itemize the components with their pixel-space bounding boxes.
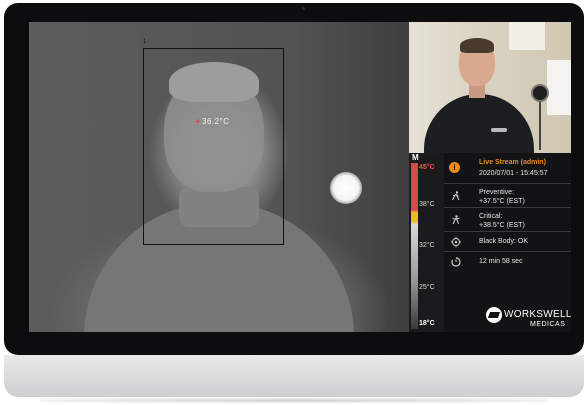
black-body-device — [531, 84, 549, 102]
thermal-camera-view[interactable]: 1 + 36.2°C — [29, 22, 409, 332]
stream-datetime: 2020/07/01 - 15:45:57 — [479, 170, 548, 177]
tripod-pole — [539, 100, 541, 150]
critical-label: Critical: — [479, 213, 503, 220]
critical-value: +38.5°C (EST) — [479, 222, 525, 229]
monitor-shadow — [40, 398, 548, 403]
scale-label-min: 18°C — [419, 320, 435, 327]
background-window — [509, 22, 545, 50]
person-walking-icon — [451, 191, 461, 201]
target-icon — [451, 237, 461, 247]
detection-box-id: 1 — [143, 39, 147, 45]
face-detection-box[interactable] — [143, 48, 284, 245]
critical-threshold: Critical: +38.5°C (EST) — [479, 212, 525, 230]
brand-subname: MEDICAS — [530, 321, 566, 328]
brand-name: WORKSWELL — [504, 309, 571, 320]
status-panel: i Live Stream (admin) 2020/07/01 - 15:45… — [444, 153, 571, 332]
elapsed-time: 12 min 58 sec — [479, 258, 523, 265]
scale-label-25: 25°C — [419, 284, 435, 291]
temperature-reading: 36.2°C — [202, 117, 230, 126]
temperature-scale: M 45°C 38°C 32°C 25°C 18°C — [409, 153, 444, 332]
stream-title: Live Stream (admin) — [479, 159, 546, 166]
rgb-camera-view[interactable] — [409, 22, 571, 153]
crosshair-icon: + — [195, 117, 201, 128]
shirt-logo — [491, 128, 507, 132]
timer-icon — [451, 257, 461, 267]
background-window-2 — [547, 60, 571, 115]
person-hair — [460, 38, 494, 53]
screen: 1 + 36.2°C M 45°C 38°C 32°C 25°C 18°C i … — [29, 22, 571, 332]
preventive-threshold: Preventive: +37.5°C (EST) — [479, 188, 525, 206]
workswell-logo-icon — [486, 307, 502, 323]
divider — [444, 231, 571, 232]
scale-label-max: 45°C — [419, 164, 435, 171]
preventive-label: Preventive: — [479, 189, 515, 196]
black-body-status: Black Body: OK — [479, 238, 529, 245]
divider — [444, 183, 571, 184]
divider — [444, 207, 571, 208]
divider — [444, 251, 571, 252]
person-body — [424, 94, 534, 153]
person-alert-icon — [451, 215, 461, 225]
scale-label-38: 38°C — [419, 201, 435, 208]
preventive-value: +37.5°C (EST) — [479, 198, 525, 205]
scale-label-32: 32°C — [419, 242, 435, 249]
scale-color-bar — [411, 163, 418, 329]
scale-mode: M — [412, 153, 419, 162]
monitor-chin — [4, 355, 584, 397]
black-body-reference — [330, 172, 362, 204]
info-icon[interactable]: i — [449, 162, 460, 173]
webcam-dot — [302, 7, 305, 10]
